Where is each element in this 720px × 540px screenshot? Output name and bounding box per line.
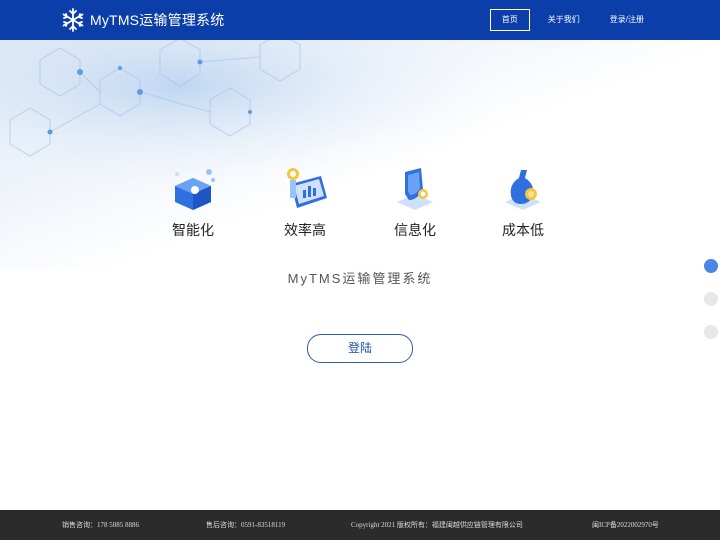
footer-after-sales-contact: 售后咨询：0591-83518119 [206, 521, 286, 529]
feature-label: 成本低 [502, 222, 544, 238]
shield-icon [397, 168, 433, 210]
logo[interactable]: MyTMS运输管理系统 [60, 7, 224, 33]
feature-item-efficiency: 效率高 [260, 164, 350, 240]
nav-item-login-register[interactable]: 登录/注册 [598, 9, 656, 31]
footer-sales-contact: 销售咨询：178 5085 8886 [62, 521, 139, 529]
nav-item-home[interactable]: 首页 [489, 9, 530, 31]
feature-item-smart: 智能化 [148, 164, 238, 240]
feature-list: 智能化 效率高 信息化 成本低 [150, 160, 570, 240]
login-button[interactable]: 登陆 [307, 334, 413, 363]
top-navbar: MyTMS运输管理系统 首页 关于我们 登录/注册 [0, 0, 720, 40]
snowflake-logo-icon [62, 8, 84, 32]
monitor-chart-icon [287, 168, 327, 208]
nav-item-about[interactable]: 关于我们 [536, 9, 592, 31]
slide-dot-1[interactable] [704, 259, 718, 273]
money-bag-icon [505, 170, 541, 210]
footer: 销售咨询：178 5085 8886 售后咨询：0591-83518119 Co… [0, 510, 720, 540]
feature-item-informatization: 信息化 [370, 164, 460, 240]
feature-label: 智能化 [172, 222, 214, 238]
page-subtitle: MyTMS运输管理系统 [287, 271, 433, 286]
slide-dot-3[interactable] [704, 325, 718, 339]
feature-item-low-cost: 成本低 [478, 164, 568, 240]
nav-menu: 首页 关于我们 登录/注册 [484, 9, 656, 31]
slide-dot-2[interactable] [704, 292, 718, 306]
feature-label: 信息化 [394, 222, 436, 238]
feature-label: 效率高 [284, 222, 326, 238]
smart-box-icon [175, 169, 215, 210]
footer-icp-link[interactable]: 闽ICP备2022002970号 [592, 520, 659, 530]
footer-copyright: Copyright 2021 版权所有：福建闽越供应链管理有限公司 [351, 521, 523, 529]
logo-text: MyTMS运输管理系统 [90, 12, 225, 28]
